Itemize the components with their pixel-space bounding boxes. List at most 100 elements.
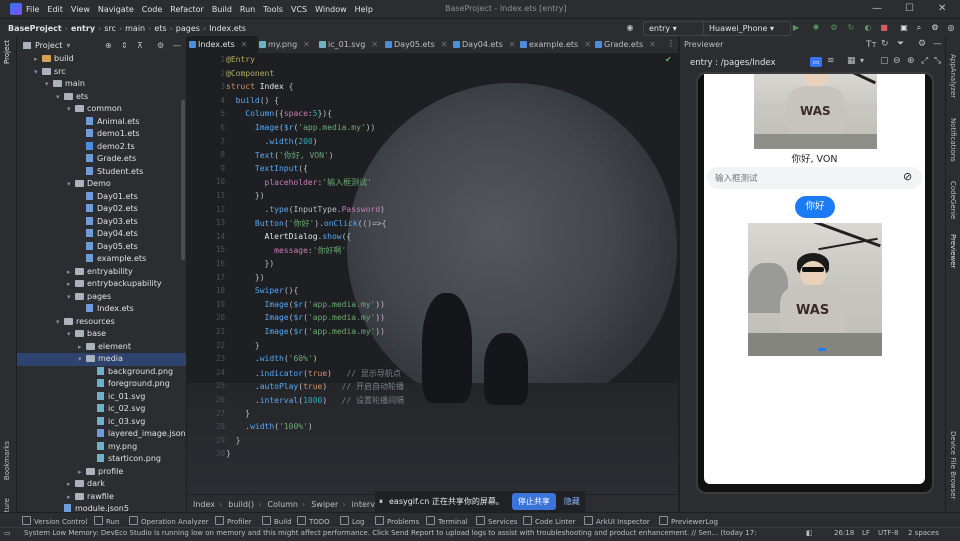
breadcrumb-entry[interactable]: entry: [71, 24, 95, 33]
previewer-gear-icon[interactable]: ⚙: [918, 39, 926, 49]
tab-my-png[interactable]: my.png ✕: [257, 36, 320, 53]
code-line[interactable]: }: [226, 409, 250, 418]
tab-day05-ets[interactable]: Day05.ets ✕: [383, 36, 456, 53]
swiper-indicator-dot[interactable]: [818, 348, 826, 351]
close-tab-icon[interactable]: ✕: [441, 40, 448, 49]
menu-refactor[interactable]: Refactor: [170, 5, 204, 14]
status-toggle-icon[interactable]: ▭: [4, 529, 11, 537]
chevron-down-icon[interactable]: ▾: [34, 66, 42, 79]
tree-file[interactable]: foreground.png: [17, 378, 186, 391]
code-line[interactable]: .autoPlay(true) // 开启自动轮播: [226, 381, 404, 392]
tool-previewer-log[interactable]: PreviewerLog: [659, 516, 718, 526]
profile-icon[interactable]: ◐: [862, 22, 874, 34]
code-line[interactable]: message:'你好啊': [226, 245, 346, 256]
chevron-down-icon[interactable]: ▾: [56, 91, 64, 104]
code-line[interactable]: .width(200): [226, 137, 318, 146]
chevron-right-icon[interactable]: ▸: [67, 278, 75, 291]
tree-folder[interactable]: ▸ entryability: [17, 266, 186, 279]
caret-position[interactable]: 26:18: [834, 529, 854, 537]
device-manager-icon[interactable]: ▣: [898, 22, 910, 34]
tree-folder[interactable]: ▾ media: [17, 353, 186, 366]
preview-route[interactable]: entry : /pages/Index: [690, 58, 776, 68]
options-gear-icon[interactable]: ⚙: [157, 41, 164, 50]
close-icon[interactable]: ✕: [938, 3, 946, 14]
code-line[interactable]: Button('你好').onClick(()=>{: [226, 218, 387, 229]
code-line[interactable]: }): [226, 259, 275, 268]
breadcrumb-ets[interactable]: ets: [154, 24, 166, 33]
chevron-down-icon[interactable]: ▾: [67, 178, 75, 191]
collapse-all-icon[interactable]: ⇕: [121, 41, 128, 50]
tool-log[interactable]: Log: [340, 516, 365, 526]
previewer-tool-button[interactable]: Previewer: [949, 234, 957, 268]
tree-folder[interactable]: ▸ entrybackupability: [17, 278, 186, 291]
run-icon[interactable]: ▶: [790, 22, 802, 34]
tool-run[interactable]: Run: [94, 516, 119, 526]
code-line[interactable]: @Entry: [226, 55, 255, 64]
eye-off-icon[interactable]: ⊘: [903, 170, 912, 183]
tab-day04-ets[interactable]: Day04.ets ✕: [451, 36, 524, 53]
tree-file[interactable]: example.ets: [17, 253, 186, 266]
code-line[interactable]: placeholder:'输入框测试': [226, 177, 372, 188]
rerun-icon[interactable]: ↻: [845, 22, 857, 34]
code-line[interactable]: }: [226, 436, 241, 445]
code-line[interactable]: Text('你好, VON'): [226, 150, 334, 161]
tool-build[interactable]: Build: [262, 516, 292, 526]
tree-folder[interactable]: ▸ build: [17, 53, 186, 66]
memory-icon[interactable]: ◧: [806, 529, 813, 537]
tree-folder[interactable]: ▾ base: [17, 328, 186, 341]
filter-icon[interactable]: ⏷: [897, 39, 904, 49]
code-line[interactable]: @Component: [226, 69, 274, 78]
tree-folder[interactable]: ▸ element: [17, 341, 186, 354]
file-encoding[interactable]: UTF-8: [878, 529, 898, 537]
chevron-down-icon[interactable]: ▾: [67, 328, 75, 341]
stop-icon[interactable]: ■: [878, 22, 890, 34]
grid-icon[interactable]: ▦: [847, 56, 856, 66]
settings-target-icon[interactable]: ◉: [624, 22, 636, 34]
code-line[interactable]: Image($r('app.media.my')): [226, 300, 385, 309]
maximize-icon[interactable]: ☐: [905, 3, 914, 14]
chevron-right-icon[interactable]: ▸: [67, 478, 75, 491]
notifications-tool-button[interactable]: Notifications: [949, 118, 957, 162]
tree-folder[interactable]: ▾ common: [17, 103, 186, 116]
tree-file[interactable]: layered_image.json: [17, 428, 186, 441]
menu-code[interactable]: Code: [142, 5, 162, 14]
chevron-down-icon[interactable]: ▾: [67, 103, 75, 116]
chevron-down-icon[interactable]: ▾: [860, 56, 864, 65]
tree-folder[interactable]: ▾ src: [17, 66, 186, 79]
tool-code-linter[interactable]: Code Linter: [523, 516, 575, 526]
swiper-image[interactable]: WAS: [748, 223, 882, 356]
tool-terminal[interactable]: Terminal: [426, 516, 468, 526]
gear-icon[interactable]: ⚙: [929, 22, 941, 34]
zoom-in-icon[interactable]: ⊕: [907, 56, 915, 66]
tool-operation-analyzer[interactable]: Operation Analyzer: [129, 516, 209, 526]
menu-edit[interactable]: Edit: [47, 5, 63, 14]
code-line[interactable]: struct Index {: [226, 82, 293, 91]
device-combo[interactable]: Huawei_Phone ▾: [703, 21, 791, 36]
tree-folder[interactable]: ▸ rawfile: [17, 491, 186, 504]
hello-button[interactable]: 你好: [795, 196, 835, 218]
text-size-icon[interactable]: Tт: [866, 40, 877, 50]
code-line[interactable]: Image($r('app.media.my')): [226, 327, 385, 336]
tree-folder[interactable]: ▾ main: [17, 78, 186, 91]
hide-previewer-icon[interactable]: —: [933, 39, 942, 49]
project-scrollbar[interactable]: [181, 100, 185, 260]
password-input[interactable]: 输入框测试 ⊘: [707, 167, 922, 189]
tree-file[interactable]: Day01.ets: [17, 191, 186, 204]
code-line[interactable]: AlertDialog.show({: [226, 232, 352, 241]
device-file-browser-tool-button[interactable]: Device File Browser: [949, 431, 957, 499]
tree-file[interactable]: module.json5: [17, 503, 186, 512]
bookmarks-tool-button[interactable]: Bookmarks: [3, 441, 11, 480]
breadcrumb-project[interactable]: BaseProject: [8, 24, 62, 33]
tree-file[interactable]: Day03.ets: [17, 216, 186, 229]
tree-file[interactable]: Student.ets: [17, 166, 186, 179]
breadcrumb-pages[interactable]: pages: [176, 24, 200, 33]
project-tool-button[interactable]: Project: [3, 40, 11, 64]
tree-folder[interactable]: ▾ Demo: [17, 178, 186, 191]
chevron-right-icon[interactable]: ▸: [67, 266, 75, 279]
tree-file[interactable]: demo2.ts: [17, 141, 186, 154]
tool-problems[interactable]: Problems: [375, 516, 419, 526]
menu-window[interactable]: Window: [315, 5, 347, 14]
chevron-right-icon[interactable]: ▸: [67, 491, 75, 504]
close-tab-icon[interactable]: ✕: [241, 40, 248, 49]
locate-icon[interactable]: ⊕: [105, 41, 112, 50]
